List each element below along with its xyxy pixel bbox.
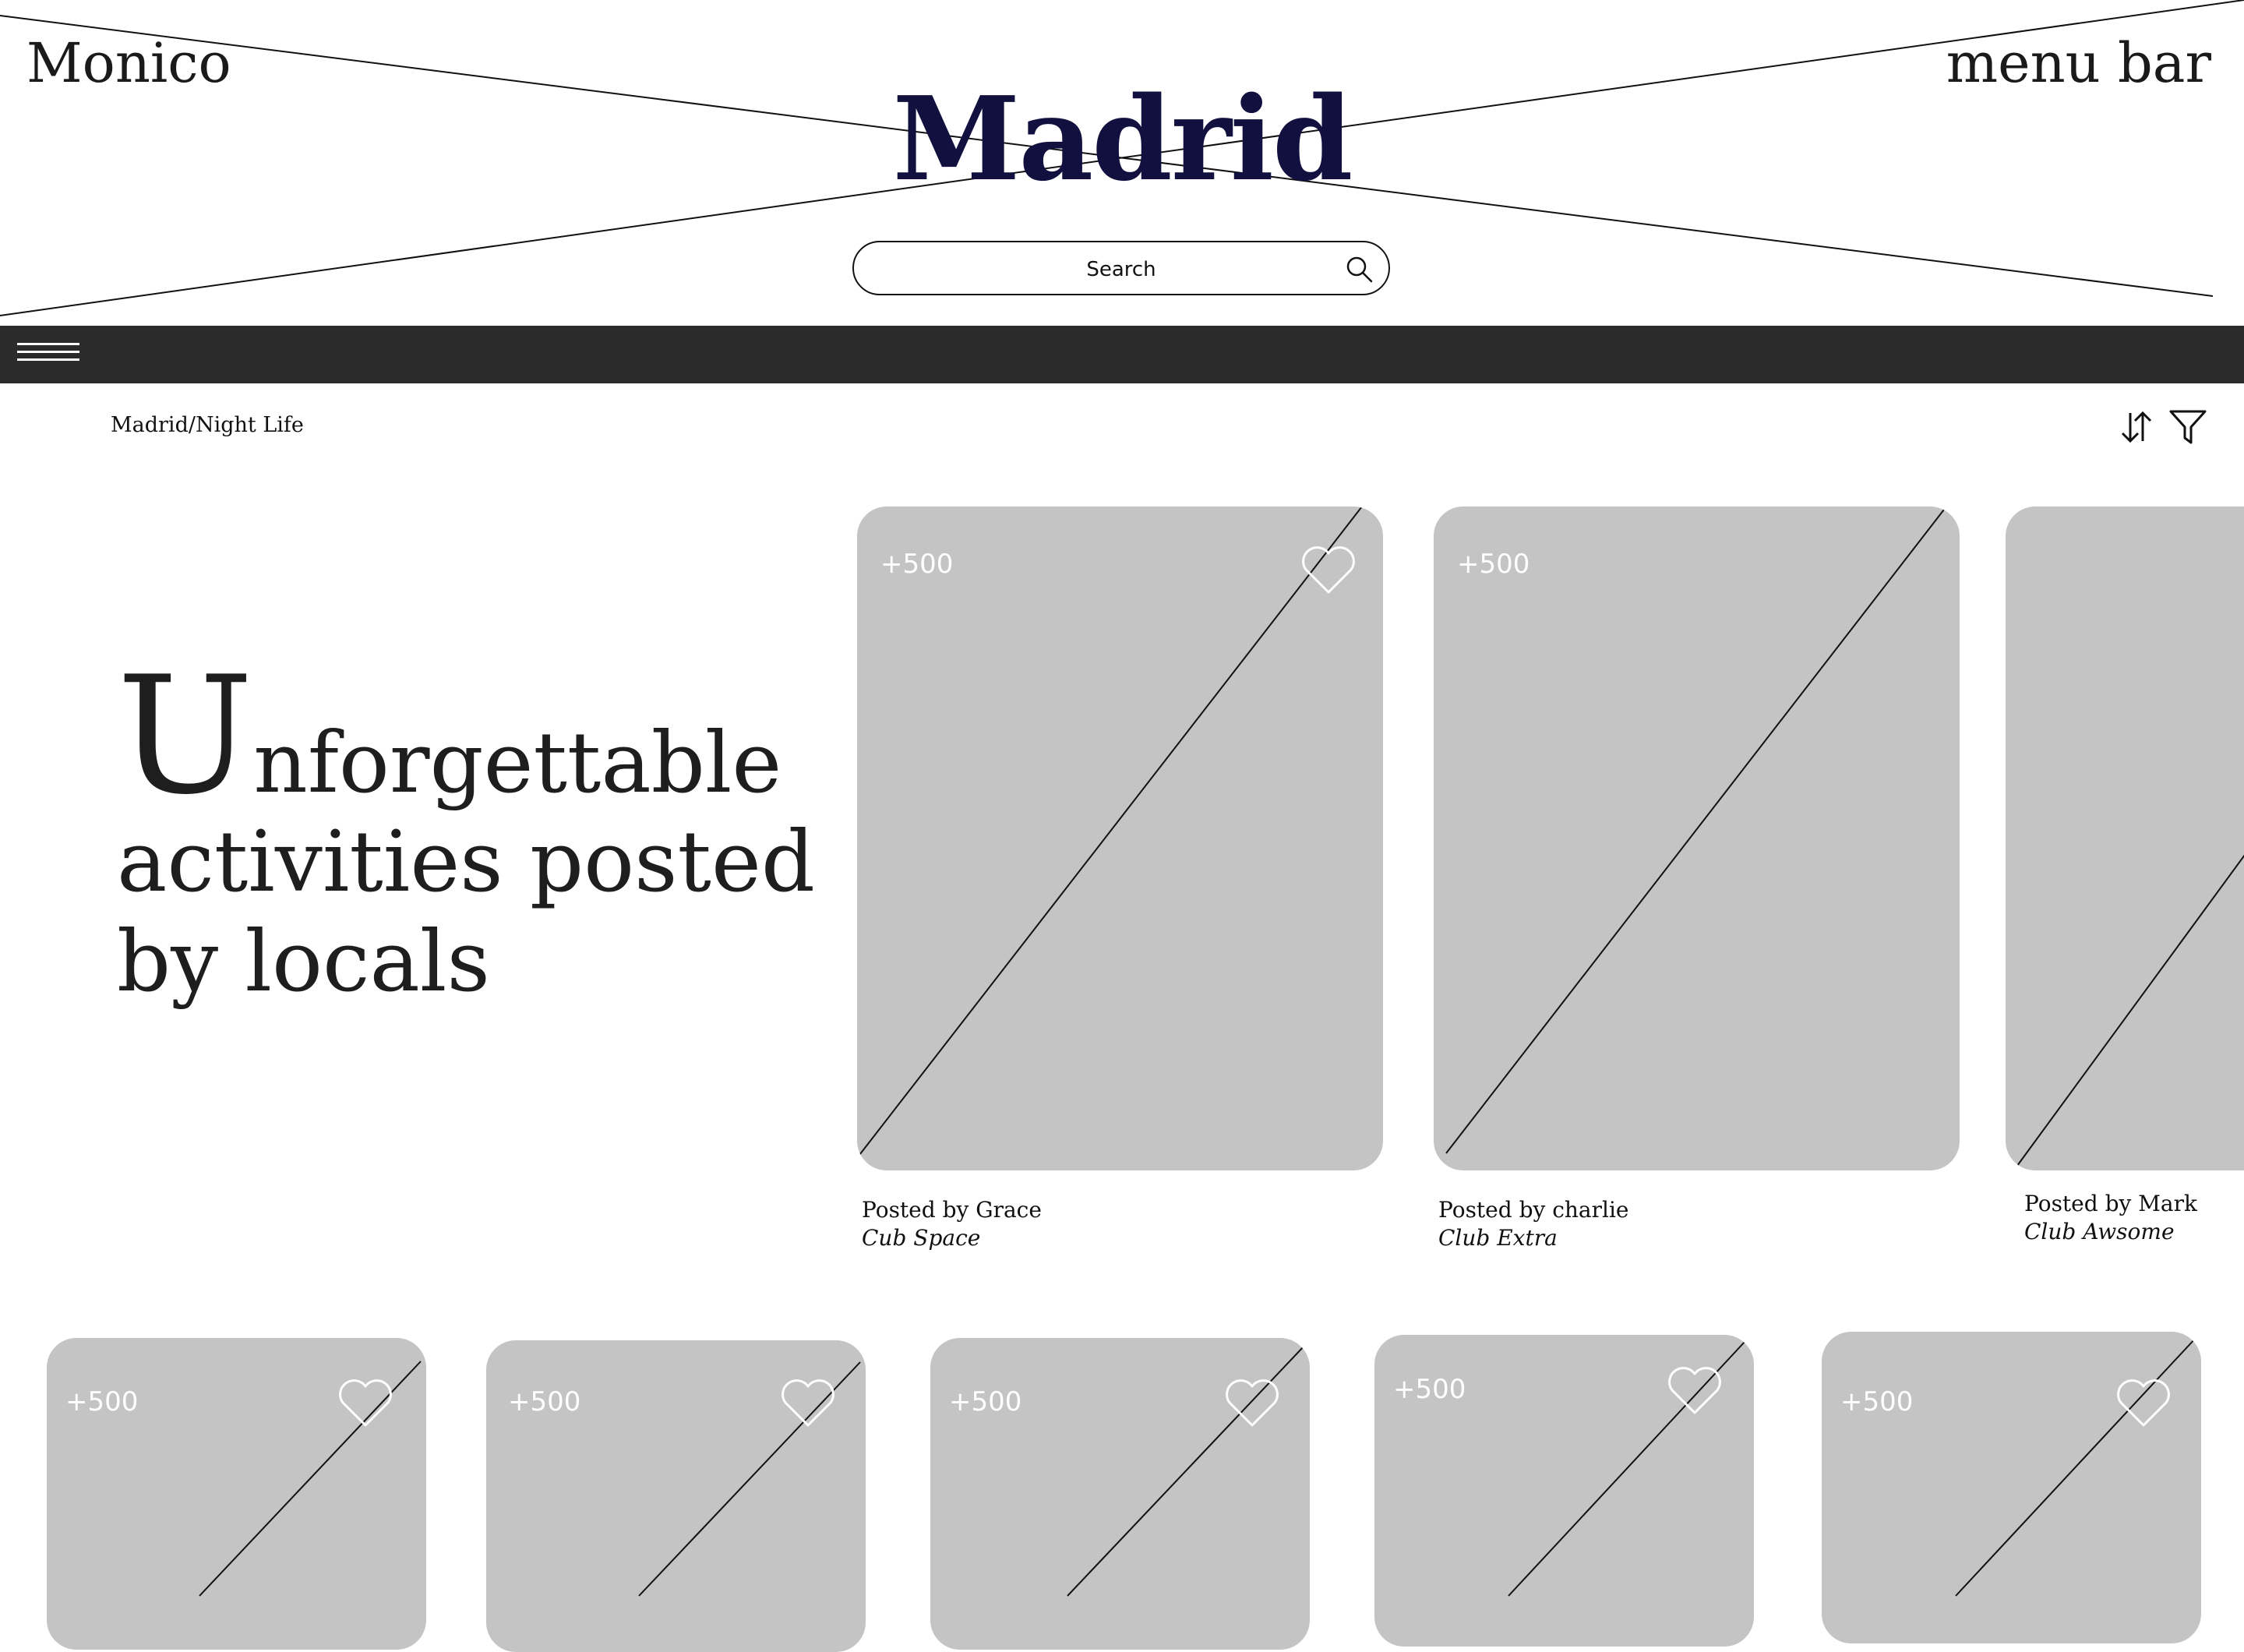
activity-card[interactable]: +500 [1822, 1332, 2201, 1643]
hamburger-menu-icon[interactable] [17, 343, 79, 368]
activity-count: +500 [1840, 1386, 1914, 1417]
activity-count: +500 [65, 1386, 139, 1417]
heart-icon[interactable] [2115, 1375, 2172, 1430]
filter-icon[interactable] [2168, 407, 2208, 447]
activity-card[interactable]: +500 [1374, 1335, 1754, 1647]
card-author[interactable]: Posted by charlie [1438, 1196, 1629, 1224]
heart-icon[interactable] [779, 1375, 837, 1430]
hero-line-2: activities posted [117, 814, 816, 912]
activity-count: +500 [949, 1386, 1022, 1417]
heart-icon[interactable] [337, 1375, 394, 1430]
activity-card[interactable]: +500 [930, 1338, 1310, 1650]
search-input[interactable]: Search [852, 241, 1390, 295]
activity-card[interactable]: +500 [47, 1338, 426, 1650]
breadcrumb[interactable]: Madrid/Night Life [111, 413, 304, 437]
heart-icon[interactable] [1666, 1363, 1724, 1417]
activity-count: +500 [880, 549, 954, 580]
card-author[interactable]: Posted by Mark [2024, 1190, 2197, 1218]
activity-card[interactable]: +500 [486, 1340, 866, 1652]
navigation-bar [0, 326, 2244, 383]
heart-icon[interactable] [1223, 1375, 1281, 1430]
heart-icon[interactable] [1300, 542, 1357, 597]
site-header: Monico menu bar Madrid Search [0, 0, 2244, 326]
activity-card[interactable]: +500 [857, 507, 1383, 1170]
card-place[interactable]: Cub Space [862, 1224, 980, 1252]
hero-line-3: by locals [117, 912, 490, 1011]
activity-card[interactable] [2006, 507, 2244, 1170]
page-title: Madrid [892, 71, 1353, 206]
search-placeholder: Search [1086, 258, 1156, 281]
activity-count: +500 [1457, 549, 1530, 580]
card-author[interactable]: Posted by Grace [862, 1196, 1042, 1224]
activity-count: +500 [508, 1386, 581, 1417]
image-placeholder [1445, 507, 1947, 1154]
activity-count: +500 [1393, 1374, 1466, 1405]
hero-line-1: nforgettable [253, 715, 782, 812]
image-placeholder [857, 507, 1363, 1159]
search-icon[interactable] [1345, 255, 1374, 284]
hero-heading: Unforgettable activities posted by local… [117, 655, 818, 1011]
sort-icon[interactable] [2116, 407, 2157, 447]
image-placeholder [2014, 854, 2244, 1170]
card-place[interactable]: Club Extra [1438, 1224, 1558, 1252]
activity-card[interactable]: +500 [1434, 507, 1960, 1170]
card-place[interactable]: Club Awsome [2024, 1218, 2175, 1246]
hero-drop-cap: U [117, 642, 254, 831]
